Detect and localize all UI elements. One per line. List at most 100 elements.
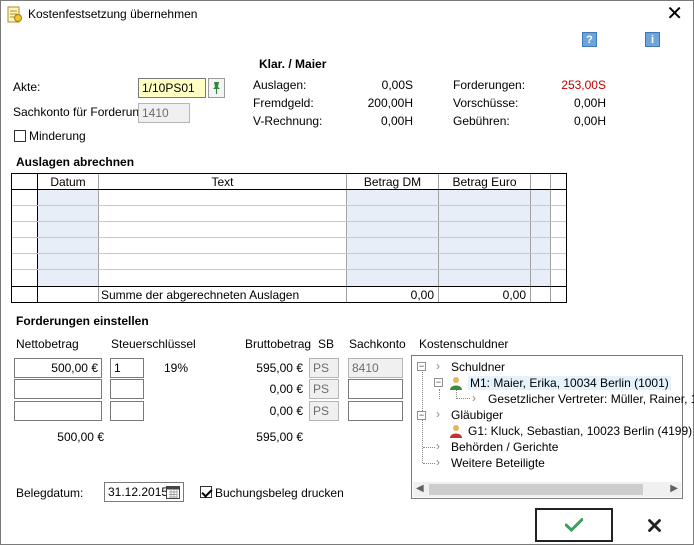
steuerschluessel-header: Steuerschlüssel (111, 337, 196, 351)
total-netto: 500,00 € (57, 430, 104, 444)
minderung-label: Minderung (29, 129, 86, 143)
grid-row-line (12, 237, 566, 238)
forderungen-value: 253,00S (561, 78, 606, 92)
col-text-header[interactable]: Text (99, 175, 346, 189)
brutto-value-3: 0,00 € (269, 404, 303, 418)
tax-percent-1: 19% (164, 361, 189, 375)
person-icon (450, 377, 462, 390)
ok-button[interactable] (535, 508, 613, 542)
tree-connector (439, 389, 440, 399)
sachkonto-input[interactable]: 1410 (138, 103, 190, 123)
tree-item-behoerden[interactable]: Behörden / Gerichte (451, 440, 558, 454)
scroll-right-icon[interactable]: ▶ (670, 483, 678, 494)
forderungen-section-title: Forderungen einstellen (16, 314, 149, 328)
auslagen-value: 0,00S (381, 78, 413, 92)
col-datum-header[interactable]: Datum (38, 175, 98, 189)
tree-item-g1[interactable]: G1: Kluck, Sebastian, 10023 Berlin (4199… (468, 424, 692, 438)
kostenschuldner-tree[interactable]: − › Schuldner − M1: Maier, Erika, 10034 … (411, 355, 694, 499)
help-icon[interactable]: ? (582, 32, 597, 47)
fremdgeld-label: Fremdgeld: (253, 96, 314, 110)
calendar-icon[interactable] (166, 485, 180, 499)
expand-schuldner-toggle[interactable]: − (417, 362, 426, 371)
grid-divider (37, 174, 38, 302)
tree-connector (456, 398, 470, 399)
buchungsbeleg-checkbox[interactable] (200, 486, 212, 498)
sb-input-2[interactable]: PS (309, 379, 339, 399)
brutto-value-2: 0,00 € (269, 382, 303, 396)
forderungen-label: Forderungen: (453, 78, 526, 92)
akte-input[interactable]: 1/10PS01 (138, 78, 206, 98)
sachkonto-label: Sachkonto für Forderung: (13, 105, 150, 119)
grid-header-line (12, 189, 566, 190)
bruttobetrag-header: Bruttobetrag (245, 337, 312, 351)
cancel-button[interactable] (617, 508, 693, 542)
netto-input-2[interactable] (14, 379, 102, 399)
netto-input-3[interactable] (14, 401, 102, 421)
gebuehren-label: Gebühren: (453, 114, 510, 128)
brutto-value-1: 595,00 € (256, 361, 303, 375)
grid-divider (530, 174, 531, 302)
fremdgeld-value: 200,00H (367, 96, 413, 110)
col-betrag-dm-header[interactable]: Betrag DM (347, 175, 438, 189)
scroll-left-icon[interactable]: ◀ (416, 483, 424, 494)
grid-row-line (12, 205, 566, 206)
close-icon[interactable]: ✕ (666, 3, 683, 25)
minderung-checkbox[interactable] (14, 130, 26, 142)
grid-divider (346, 174, 347, 302)
chevron-right-icon: › (436, 407, 440, 421)
tree-connector (423, 463, 435, 464)
chevron-right-icon: › (436, 439, 440, 453)
steuer-input-1[interactable]: 1 (110, 358, 144, 378)
akte-label: Akte: (13, 80, 41, 94)
case-name-heading: Klar. / Maier (259, 57, 327, 71)
checkmark-icon (565, 518, 583, 532)
vrechnung-label: V-Rechnung: (253, 114, 323, 128)
sum-euro-value: 0,00 (502, 288, 526, 302)
cross-icon (648, 519, 661, 532)
steuer-input-2[interactable] (110, 379, 144, 399)
info-icon[interactable]: i (645, 32, 660, 47)
sachkonto-input-1[interactable]: 8410 (348, 358, 403, 378)
vorschuesse-value: 0,00H (573, 96, 606, 110)
tree-item-vertreter[interactable]: Gesetzlicher Vertreter: Müller, Rainer, … (488, 392, 694, 406)
gebuehren-value: 0,00H (573, 114, 606, 128)
tree-item-weitere[interactable]: Weitere Beteiligte (451, 456, 545, 470)
expand-m1-toggle[interactable]: − (434, 378, 443, 387)
app-logo-icon (7, 6, 22, 23)
col-betrag-euro-header[interactable]: Betrag Euro (439, 175, 530, 189)
sum-dm-value: 0,00 (410, 288, 434, 302)
grid-sum-line (12, 286, 566, 287)
vrechnung-value: 0,00H (380, 114, 413, 128)
tree-horizontal-scrollbar[interactable]: ◀ ▶ (413, 482, 681, 497)
total-brutto: 595,00 € (256, 430, 303, 444)
belegdatum-label: Belegdatum: (16, 486, 84, 500)
tree-item-m1[interactable]: M1: Maier, Erika, 10034 Berlin (1001) (468, 376, 671, 390)
tree-connector (423, 447, 435, 448)
tree-item-schuldner[interactable]: Schuldner (451, 360, 505, 374)
window-title: Kostenfestsetzung übernehmen (28, 7, 198, 21)
scrollbar-thumb[interactable] (429, 484, 643, 495)
sb-header: SB (318, 337, 335, 351)
grid-row-line (12, 221, 566, 222)
sb-input-3[interactable]: PS (309, 401, 339, 421)
auslagen-grid[interactable]: Datum Text Betrag DM Betrag Euro Summe d… (11, 173, 567, 303)
grid-row-line (12, 269, 566, 270)
sb-input-1[interactable]: PS (309, 358, 339, 378)
dialog-window: Kostenfestsetzung übernehmen ✕ ? i Klar.… (0, 0, 694, 545)
netto-input-1[interactable]: 500,00 € (14, 358, 102, 378)
person-icon (450, 425, 462, 438)
expand-glaeubiger-toggle[interactable]: − (417, 411, 426, 420)
title-bar: Kostenfestsetzung übernehmen ✕ (1, 1, 693, 29)
sachkonto-input-3[interactable] (348, 401, 403, 421)
chevron-right-icon: › (436, 359, 440, 373)
tree-item-glaeubiger[interactable]: Gläubiger (451, 408, 503, 422)
vorschuesse-label: Vorschüsse: (453, 96, 519, 110)
akte-pin-button[interactable] (208, 78, 225, 98)
steuer-input-3[interactable] (110, 401, 144, 421)
grid-divider (438, 174, 439, 302)
buchungsbeleg-label: Buchungsbeleg drucken (215, 486, 344, 500)
sachkonto-input-2[interactable] (348, 379, 403, 399)
auslagen-label: Auslagen: (253, 78, 307, 92)
auslagen-section-title: Auslagen abrechnen (16, 155, 135, 169)
sachkonto-header: Sachkonto (349, 337, 406, 351)
